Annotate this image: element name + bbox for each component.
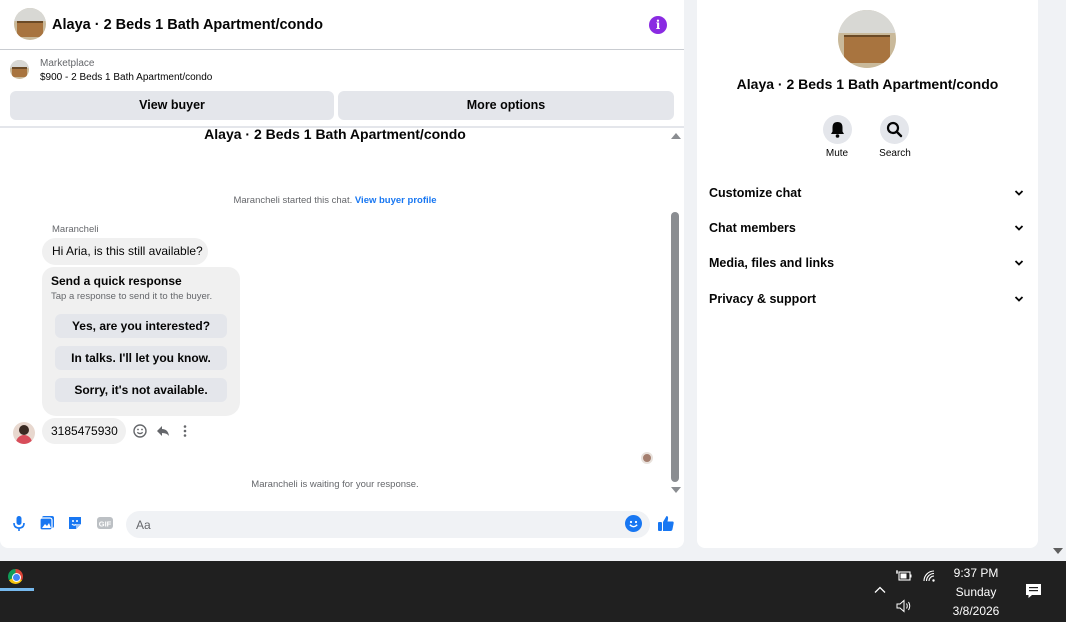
chat-title[interactable]: Alaya · 2 Beds 1 Bath Apartment/condo (52, 17, 323, 33)
section-chat-members[interactable]: Chat members (697, 213, 1038, 243)
emoji-icon[interactable] (625, 515, 642, 532)
section-customize-chat[interactable]: Customize chat (697, 178, 1038, 208)
section-label: Customize chat (709, 186, 802, 200)
listing-avatar[interactable] (14, 8, 46, 40)
clock-date[interactable]: 3/8/2026 (944, 604, 1008, 618)
quick-response-title: Send a quick response (51, 274, 182, 288)
notification-center-icon[interactable] (1025, 583, 1042, 599)
view-buyer-button[interactable]: View buyer (10, 91, 334, 120)
gif-icon[interactable]: GIF (96, 514, 114, 532)
search-label: Search (879, 148, 911, 159)
photo-icon[interactable] (38, 514, 56, 532)
microphone-icon[interactable] (10, 514, 28, 532)
chevron-down-icon (1014, 296, 1024, 302)
conversation-title: Alaya · 2 Beds 1 Bath Apartment/condo (204, 126, 466, 142)
listing-row[interactable] (0, 51, 684, 89)
listing-price-title[interactable]: $900 - 2 Beds 1 Bath Apartment/condo (40, 72, 212, 83)
react-smiley-icon[interactable] (132, 423, 148, 439)
more-options-button[interactable]: More options (338, 91, 674, 120)
seen-receipt-avatar (641, 452, 653, 464)
page-scroll-down-arrow-icon[interactable] (1053, 548, 1063, 554)
search-icon (886, 121, 903, 138)
chat-started-text: Marancheli started this chat. (233, 195, 353, 206)
quick-response-option[interactable]: Yes, are you interested? (55, 314, 227, 338)
listing-thumbnail[interactable] (10, 60, 29, 79)
chat-scrollbar-thumb[interactable] (671, 212, 679, 482)
view-buyer-profile-link[interactable]: View buyer profile (355, 195, 437, 206)
scroll-up-arrow-icon[interactable] (671, 133, 681, 139)
chevron-down-icon (1014, 225, 1024, 231)
page-scrollbar[interactable] (1050, 0, 1066, 560)
chat-started-notice: Marancheli started this chat. View buyer… (0, 195, 670, 206)
bell-icon (831, 122, 844, 138)
quick-response-option[interactable]: In talks. I'll let you know. (55, 346, 227, 370)
message-bubble[interactable]: Hi Aria, is this still available? (42, 238, 208, 265)
more-vertical-icon[interactable] (177, 423, 193, 439)
clock-time[interactable]: 9:37 PM (944, 566, 1008, 580)
info-icon[interactable]: i (649, 16, 667, 34)
message-bubble-phone[interactable]: 3185475930 (42, 418, 126, 444)
section-media-files-links[interactable]: Media, files and links (697, 248, 1038, 278)
details-listing-avatar[interactable] (838, 10, 896, 68)
clock-day[interactable]: Sunday (944, 585, 1008, 599)
thumbs-up-icon[interactable] (657, 514, 675, 532)
message-input[interactable] (126, 511, 650, 538)
sticker-icon[interactable] (66, 514, 84, 532)
chevron-down-icon (1014, 190, 1024, 196)
quick-response-subtitle: Tap a response to send it to the buyer. (51, 291, 213, 302)
sender-name: Marancheli (52, 224, 99, 235)
details-title: Alaya · 2 Beds 1 Bath Apartment/condo (736, 76, 999, 92)
mute-label: Mute (825, 148, 849, 159)
wifi-icon[interactable] (922, 569, 938, 583)
chrome-icon[interactable] (8, 569, 23, 584)
chevron-down-icon (1014, 260, 1024, 266)
battery-icon[interactable] (896, 569, 912, 583)
section-label: Media, files and links (709, 256, 835, 270)
reply-icon[interactable] (155, 423, 171, 439)
mute-button[interactable] (823, 115, 852, 144)
active-app-indicator (0, 588, 34, 591)
volume-icon[interactable] (896, 599, 912, 613)
waiting-notice: Marancheli is waiting for your response. (251, 479, 419, 490)
sender-avatar[interactable] (13, 422, 35, 444)
chevron-up-icon[interactable] (873, 583, 887, 597)
section-privacy-support[interactable]: Privacy & support (697, 284, 1038, 314)
section-label: Privacy & support (709, 292, 816, 306)
section-label: Chat members (709, 221, 796, 235)
scroll-down-arrow-icon[interactable] (671, 487, 681, 493)
quick-response-option[interactable]: Sorry, it's not available. (55, 378, 227, 402)
svg-text:GIF: GIF (99, 520, 112, 529)
search-button[interactable] (880, 115, 909, 144)
listing-source: Marketplace (40, 58, 95, 69)
